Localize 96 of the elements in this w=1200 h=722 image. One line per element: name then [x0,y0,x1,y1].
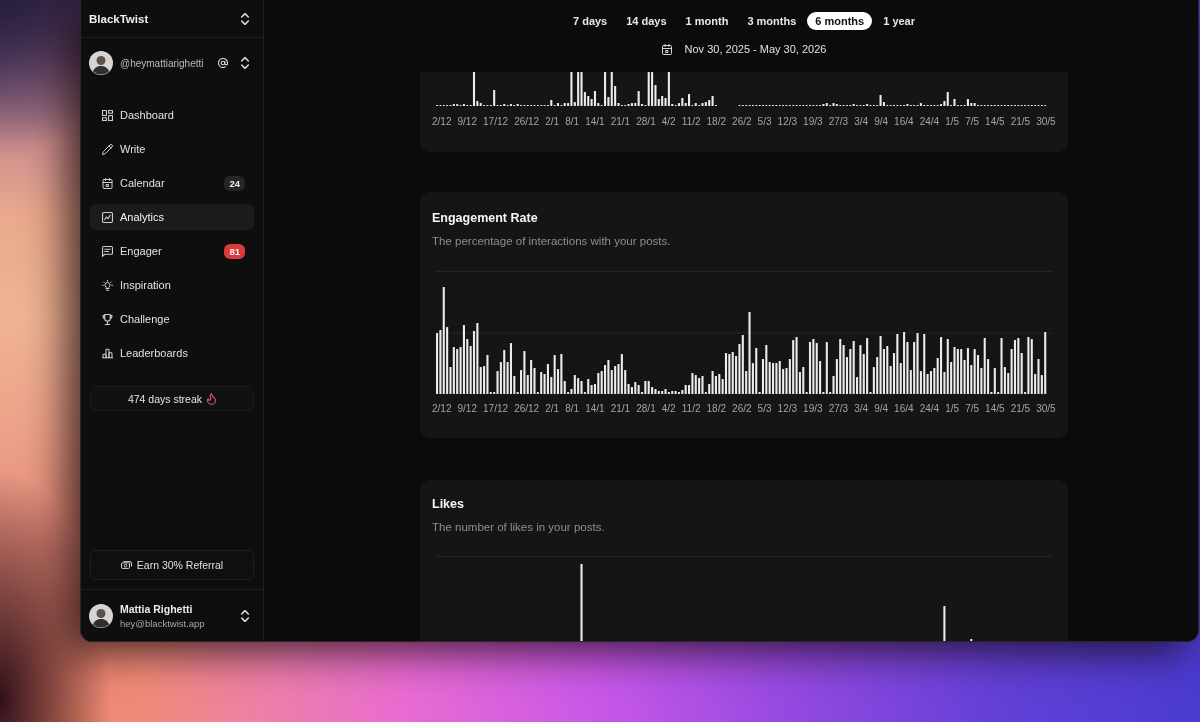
message-icon [102,245,113,257]
axis-label: 1/5 [945,403,960,415]
axis-label: 14/5 [985,403,1005,415]
calendar-icon [102,177,113,189]
nav-item[interactable]: Dashboard [90,102,254,128]
avatar-icon [89,51,113,75]
nav-item[interactable]: Analytics [90,204,254,230]
axis-label: 16/4 [894,403,914,415]
chevron-updown-icon[interactable] [241,12,249,25]
chart-subtitle: The percentage of interactions with your posts. [432,234,672,249]
axis-label: 8/1 [565,403,580,415]
date-range-button[interactable]: Nov 30, 2025 - May 30, 2026 [661,42,827,56]
account-handle: @heymattiarighetti [120,57,205,69]
axis-label: 26/2 [732,403,752,415]
axis-label: 19/3 [803,116,823,128]
axis-label: 7/5 [965,403,980,415]
axis-label: 24/4 [919,116,940,128]
fire-icon [207,392,217,405]
axis-label: 30/5 [1036,403,1056,415]
range-tab[interactable]: 14 days [618,12,675,30]
nav-item[interactable]: Inspiration [90,272,254,298]
axis-label: 2/1 [545,116,560,128]
grid-icon [102,109,113,121]
axis-label: 21/5 [1010,116,1031,128]
workspace-name: BlackTwist [89,12,149,25]
axis-label: 17/12 [483,403,509,415]
axis-label: 3/4 [854,403,869,415]
nav-item[interactable]: Challenge [90,306,254,332]
axis-label: 14/1 [585,116,605,128]
podium-icon [102,347,113,359]
axis-label: 11/2 [681,116,701,128]
axis-label: 30/5 [1036,116,1056,128]
axis-label: 21/1 [610,116,631,128]
user-name: Mattia Righetti [120,602,194,615]
axis-label: 21/5 [1010,403,1031,415]
axis-label: 5/3 [757,403,772,415]
axis-label: 24/4 [919,403,940,415]
axis-label: 1/5 [945,116,960,128]
count-badge: 24 [224,175,245,191]
axis-label: 2/12 [432,116,452,128]
axis-label: 8/1 [565,116,580,128]
axis-label: 9/4 [874,116,889,128]
axis-label: 21/1 [610,403,631,415]
axis-label: 28/1 [636,116,656,128]
trophy-icon [102,313,113,325]
chart-title: Engagement Rate [432,210,539,226]
axis-label: 18/2 [706,403,726,415]
at-sign-icon [218,58,228,68]
axis-label: 12/3 [777,116,798,128]
axis-label: 9/12 [457,403,477,415]
pencil-icon [102,143,113,155]
range-tab[interactable]: 7 days [565,12,616,30]
axis-label: 26/12 [514,116,540,128]
axis-label: 18/2 [706,116,726,128]
axis-label: 11/2 [681,403,701,415]
nav-item[interactable]: Engager 81 [90,238,254,264]
nav-item[interactable]: Leaderboards [90,340,254,366]
chevron-updown-icon[interactable] [241,57,249,69]
axis-label: 4/2 [661,116,676,128]
axis-label: 14/1 [585,403,605,415]
referral-button[interactable]: Earn 30% Referral [90,550,254,580]
nav-item[interactable]: Calendar 24 [90,170,254,196]
user-email: hey@blacktwist.app [120,617,206,629]
axis-label: 9/4 [874,403,889,415]
range-tab[interactable]: 1 month [677,12,737,30]
axis-label: 12/3 [777,403,798,415]
axis-label: 28/1 [636,403,656,415]
range-tab[interactable]: 3 months [739,12,805,30]
axis-label: 4/2 [661,403,676,415]
axis-label: 3/4 [854,116,869,128]
axis-label: 2/1 [545,403,560,415]
lightbulb-icon [102,279,113,291]
nav-item[interactable]: Write [90,136,254,162]
streak-text: 474 days streak [127,392,203,405]
avatar-icon [89,603,113,628]
axis-label: 7/5 [965,116,980,128]
axis-label: 17/12 [483,116,509,128]
axis-label: 5/3 [757,116,772,128]
axis-label: 27/3 [828,116,849,128]
axis-label: 19/3 [803,403,823,415]
axis-label: 16/4 [894,116,914,128]
axis-label: 2/12 [432,403,452,415]
axis-label: 9/12 [457,116,477,128]
chart-subtitle: The number of likes in your posts. [432,520,606,535]
axis-label: 26/12 [514,403,540,415]
calendar-icon [661,43,672,55]
chevron-updown-icon[interactable] [241,609,249,622]
range-tab[interactable]: 6 months [807,12,873,30]
axis-label: 26/2 [732,116,752,128]
axis-label: 27/3 [828,403,849,415]
banknote-icon [120,561,132,569]
range-tab[interactable]: 1 year [875,12,923,30]
chart-icon [102,211,113,223]
count-badge: 81 [224,243,245,259]
chart-title: Likes [432,496,465,512]
axis-label: 14/5 [985,116,1005,128]
